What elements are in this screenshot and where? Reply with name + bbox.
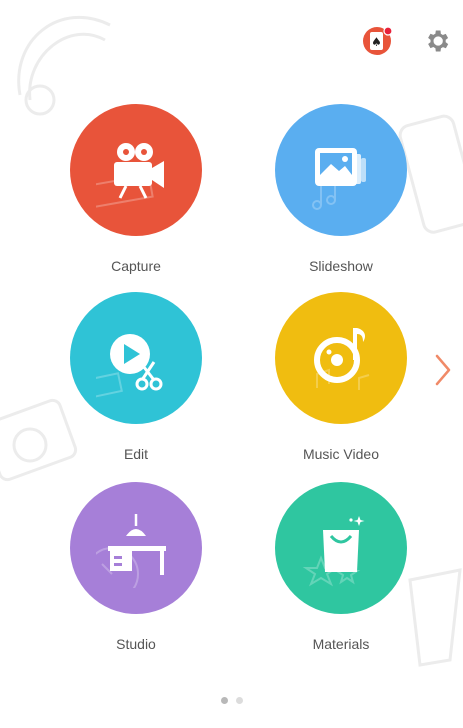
desk-lamp-icon	[96, 514, 166, 588]
studio-circle	[70, 482, 202, 614]
music-video-tile[interactable]: Music Video	[271, 292, 411, 472]
photo-stack-icon	[312, 148, 366, 210]
next-page-button[interactable]	[428, 350, 458, 390]
edit-circle	[70, 292, 202, 424]
materials-label: Materials	[312, 636, 370, 652]
background-sketch-headphones	[17, 15, 111, 116]
edit-label: Edit	[123, 446, 149, 462]
materials-tile[interactable]: Materials	[271, 482, 411, 662]
slideshow-label: Slideshow	[309, 258, 373, 274]
cards-badge-icon: ♠	[363, 26, 393, 55]
music-disc-icon	[314, 328, 370, 390]
chevron-right-icon	[435, 354, 451, 386]
slideshow-circle	[275, 104, 407, 236]
video-camera-icon	[96, 143, 164, 209]
capture-tile[interactable]: Capture	[66, 104, 206, 284]
shopping-bag-icon	[302, 516, 365, 587]
music-video-label: Music Video	[302, 446, 379, 462]
gear-icon	[428, 30, 449, 52]
edit-tile[interactable]: Edit	[66, 292, 206, 472]
svg-text:♠: ♠	[371, 35, 382, 49]
home-screen: ♠ Capture Slideshow Edit Music Video Stu…	[0, 0, 463, 728]
play-scissors-icon	[96, 334, 163, 398]
promo-cards-button[interactable]: ♠	[360, 24, 394, 58]
capture-circle	[70, 104, 202, 236]
studio-tile[interactable]: Studio	[66, 482, 206, 662]
music-video-circle	[275, 292, 407, 424]
slideshow-tile[interactable]: Slideshow	[271, 104, 411, 284]
page-dot-inactive[interactable]	[235, 697, 243, 704]
page-dot-active[interactable]	[220, 697, 228, 704]
settings-button[interactable]	[420, 24, 454, 58]
capture-label: Capture	[111, 258, 161, 274]
studio-label: Studio	[116, 636, 156, 652]
materials-circle	[275, 482, 407, 614]
page-indicator	[0, 697, 463, 704]
